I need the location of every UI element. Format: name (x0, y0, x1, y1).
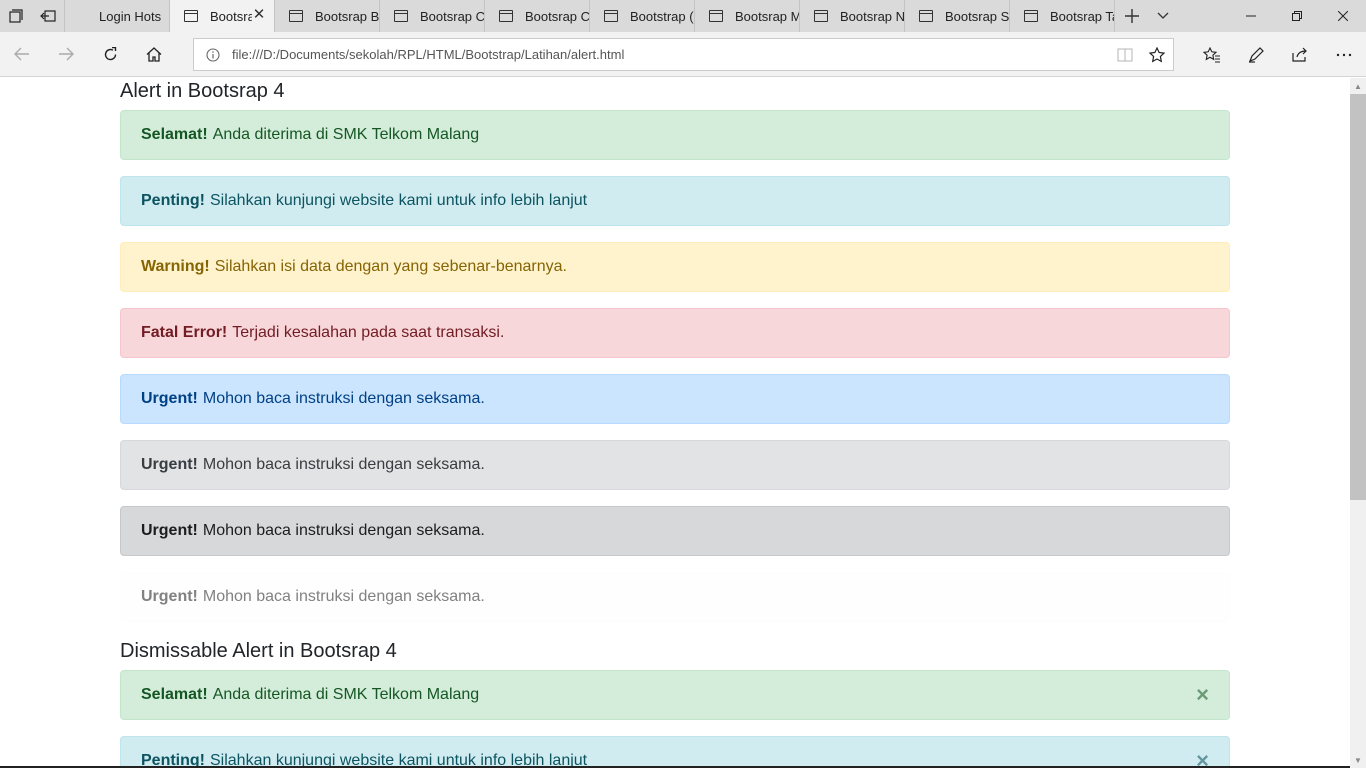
page-icon (814, 10, 828, 22)
close-icon[interactable]: × (1196, 684, 1209, 706)
alert-text: Mohon baca instruksi dengan seksama. (202, 588, 485, 605)
chevron-down-icon[interactable] (1149, 0, 1177, 32)
dismissable-alert-info: Penting! Silahkan kunjungi website kami … (120, 736, 1230, 768)
tab-0[interactable]: Login Hots (64, 0, 170, 32)
alert-strong: Selamat! (141, 126, 208, 143)
set-aside-icon[interactable] (32, 0, 64, 32)
tab-8[interactable]: Bootsrap S (905, 0, 1010, 32)
page-content: Alert in Bootsrap 4 Selamat! Anda diteri… (0, 78, 1350, 768)
alert-text: Terjadi kesalahan pada saat transaksi. (232, 324, 505, 341)
alert-strong: Selamat! (141, 686, 208, 703)
dismissable-alert-success: Selamat! Anda diterima di SMK Telkom Mal… (120, 670, 1230, 720)
share-icon[interactable] (1278, 32, 1322, 77)
tab-label: Bootsrap C (420, 8, 484, 24)
back-arrow-icon[interactable] (0, 32, 44, 77)
alert-light: Urgent! Mohon baca instruksi dengan seks… (120, 572, 1230, 622)
navigation-bar: file:///D:/Documents/sekolah/RPL/HTML/Bo… (0, 32, 1366, 77)
alert-text: Silahkan isi data dengan yang sebenar-be… (214, 258, 567, 275)
page-icon (919, 10, 933, 22)
alert-strong: Urgent! (141, 390, 198, 407)
page-icon (499, 10, 513, 22)
new-tab-icon[interactable] (1115, 0, 1149, 32)
tab-manager-icon[interactable] (0, 0, 32, 32)
container: Alert in Bootsrap 4 Selamat! Anda diteri… (120, 78, 1230, 768)
alert-danger: Fatal Error! Terjadi kesalahan pada saat… (120, 308, 1230, 358)
refresh-icon[interactable] (88, 32, 132, 77)
alert-strong: Warning! (141, 258, 210, 275)
tab-bar: Login Hots Bootsrap ✕ Bootsrap B Bootsra… (0, 0, 1366, 32)
page-icon (289, 10, 303, 22)
alert-success: Selamat! Anda diterima di SMK Telkom Mal… (120, 110, 1230, 160)
alert-text: Mohon baca instruksi dengan seksama. (202, 456, 485, 473)
tab-label: Login Hots (99, 8, 162, 24)
alert-strong: Urgent! (141, 456, 198, 473)
tab-label: Bootsrap C (525, 8, 589, 24)
tab-label: Bootsrap S (945, 8, 1009, 24)
pen-icon[interactable] (1234, 32, 1278, 77)
alert-text: Mohon baca instruksi dengan seksama. (202, 522, 485, 539)
tab-label: Bootsrap (210, 8, 252, 24)
alert-warning: Warning! Silahkan isi data dengan yang s… (120, 242, 1230, 292)
more-icon[interactable] (1322, 32, 1366, 77)
alert-text: Anda diterima di SMK Telkom Malang (212, 126, 480, 143)
alert-strong: Urgent! (141, 588, 198, 605)
minimize-icon[interactable] (1228, 0, 1274, 32)
reading-view-icon[interactable] (1109, 47, 1141, 62)
restore-icon[interactable] (1274, 0, 1320, 32)
alert-primary: Urgent! Mohon baca instruksi dengan seks… (120, 374, 1230, 424)
forward-arrow-icon[interactable] (44, 32, 88, 77)
tab-3[interactable]: Bootsrap C (380, 0, 485, 32)
tab-label: Bootsrap M (735, 8, 799, 24)
address-bar[interactable]: file:///D:/Documents/sekolah/RPL/HTML/Bo… (193, 38, 1174, 71)
alert-text: Silahkan kunjungi website kami untuk inf… (210, 192, 588, 209)
tab-label: Bootsrap N (840, 8, 904, 24)
star-icon[interactable] (1141, 46, 1173, 63)
tab-1[interactable]: Bootsrap ✕ (170, 0, 275, 32)
close-window-icon[interactable] (1320, 0, 1366, 32)
tab-9[interactable]: Bootsrap Ta (1010, 0, 1115, 32)
scroll-up-icon[interactable]: ▲ (1350, 78, 1366, 94)
alert-text: Mohon baca instruksi dengan seksama. (202, 390, 485, 407)
tab-2[interactable]: Bootsrap B (275, 0, 380, 32)
favorites-hub-icon[interactable] (1190, 32, 1234, 77)
alert-dark: Urgent! Mohon baca instruksi dengan seks… (120, 506, 1230, 556)
alert-secondary: Urgent! Mohon baca instruksi dengan seks… (120, 440, 1230, 490)
home-icon[interactable] (132, 32, 176, 77)
alert-strong: Penting! (141, 192, 205, 209)
page-icon (1024, 10, 1038, 22)
tab-label: Bootstrap ( (630, 8, 694, 24)
tab-4[interactable]: Bootsrap C (485, 0, 590, 32)
close-tab-icon[interactable]: ✕ (252, 7, 266, 22)
alert-info: Penting! Silahkan kunjungi website kami … (120, 176, 1230, 226)
scrollbar-thumb[interactable] (1350, 94, 1366, 500)
page-icon (184, 10, 198, 22)
info-icon[interactable] (194, 47, 232, 62)
tab-label: Bootsrap B (315, 8, 379, 24)
vertical-scrollbar[interactable]: ▲ ▼ (1350, 78, 1366, 768)
page-icon (709, 10, 723, 22)
page-icon (394, 10, 408, 22)
toolbar-actions (1190, 32, 1366, 77)
alert-strong: Urgent! (141, 522, 198, 539)
page-heading-alerts: Alert in Bootsrap 4 (120, 80, 285, 102)
alert-text: Anda diterima di SMK Telkom Malang (212, 686, 480, 703)
scroll-down-icon[interactable]: ▼ (1350, 752, 1366, 768)
tab-7[interactable]: Bootsrap N (800, 0, 905, 32)
page-heading-dismissable: Dismissable Alert in Bootsrap 4 (120, 640, 397, 662)
alert-strong: Fatal Error! (141, 324, 228, 341)
tab-5[interactable]: Bootstrap ( (590, 0, 695, 32)
page-icon (604, 10, 618, 22)
tab-6[interactable]: Bootsrap M (695, 0, 800, 32)
url-text[interactable]: file:///D:/Documents/sekolah/RPL/HTML/Bo… (232, 47, 1109, 62)
tab-label: Bootsrap Ta (1050, 8, 1114, 24)
window-controls (1228, 0, 1366, 32)
